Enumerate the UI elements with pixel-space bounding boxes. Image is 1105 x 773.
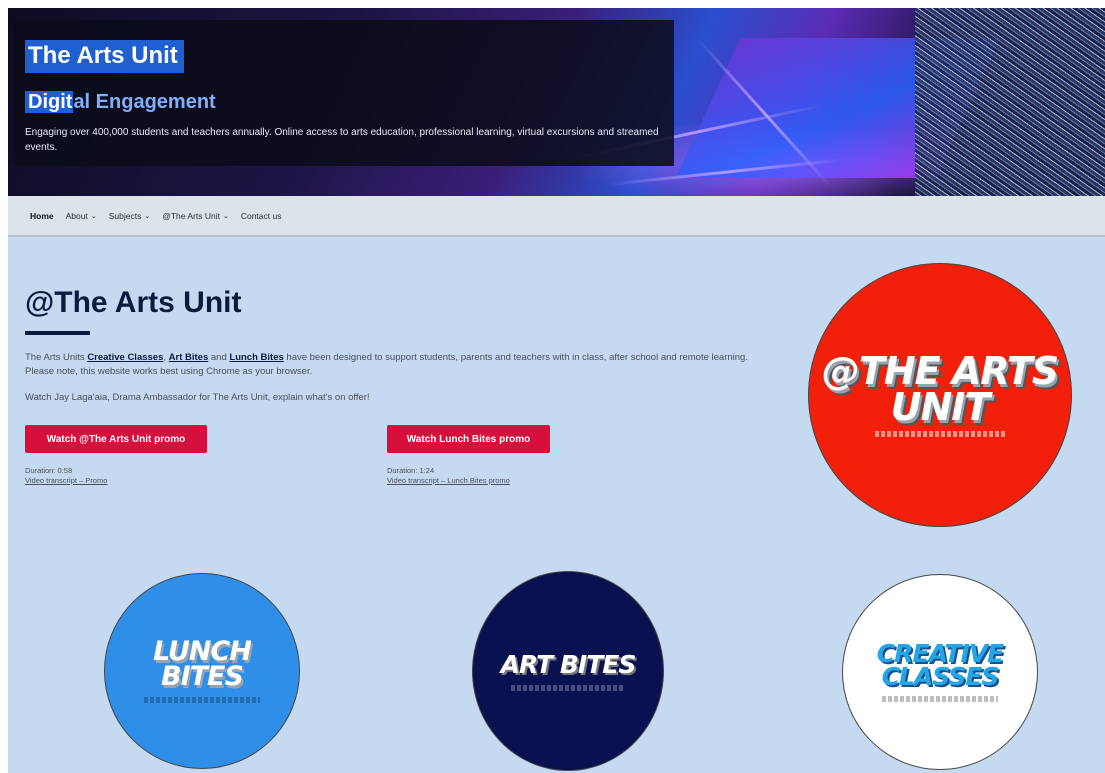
nav-item-the-arts-unit[interactable]: @The Arts Unit ⌄ [162,211,229,221]
nav-item-about[interactable]: About ⌄ [66,211,97,221]
lunch-video-info: Duration: 1:24 Video transcript – Lunch … [387,466,510,486]
logo-line: @THE ARTS [821,349,1059,393]
intro-text: and [208,352,230,363]
creative-classes-logo[interactable]: CREATIVE CLASSES [842,574,1038,770]
page: The Arts Unit Digital Engagement Engagin… [8,8,1105,773]
chevron-down-icon: ⌄ [144,212,151,220]
logo-line: BITES [161,661,244,692]
subtitle-highlight: Digit [25,91,74,113]
site-subtitle: Digital Engagement [25,90,216,114]
promo-duration: Duration: 0:58 [25,466,73,475]
logo-line: UNIT [890,385,991,429]
logo-text: LUNCH BITES [153,638,252,692]
logo-line: CLASSES [881,662,1000,691]
chevron-down-icon: ⌄ [222,212,229,220]
page-title: @The Arts Unit [25,286,242,319]
promo-transcript-link[interactable]: Video transcript – Promo [25,476,107,486]
art-bites-logo[interactable]: ART BITES [472,571,664,771]
logo-text: CREATIVE CLASSES [877,641,1004,691]
logo-fine-print [881,696,999,702]
watch-text: Watch Jay Laga'aia, Drama Ambassador for… [25,392,370,403]
site-title: The Arts Unit [25,40,184,73]
main-nav: Home About ⌄ Subjects ⌄ @The Arts Unit ⌄ Co… [8,196,1105,237]
art-bites-link[interactable]: Art Bites [169,352,209,363]
promo-video-info: Duration: 0:58 Video transcript – Promo [25,466,107,486]
nav-item-subjects[interactable]: Subjects ⌄ [109,211,150,221]
hero-crowd-image [915,8,1105,196]
logo-line: ART BITES [500,649,637,679]
lunch-bites-logo[interactable]: LUNCH BITES [104,573,300,769]
nav-item-label: Subjects [108,210,142,221]
lunch-duration: Duration: 1:24 [387,466,435,475]
subtitle-rest: al Engagement [73,91,216,113]
creative-classes-link[interactable]: Creative Classes [87,352,163,363]
hero-description: Engaging over 400,000 students and teach… [25,127,659,153]
nav-item-label: @The Arts Unit [162,210,220,221]
nav-item-label: Home [30,210,54,221]
title-underline [25,331,90,335]
logo-fine-print [143,697,261,703]
intro-paragraph: The Arts Units Creative Classes, Art Bit… [25,351,765,379]
logo-text: @THE ARTS UNIT [821,349,1059,429]
chevron-down-icon: ⌄ [90,212,97,220]
watch-promo-button[interactable]: Watch @The Arts Unit promo [25,425,207,453]
intro-text: The Arts Units [25,352,88,363]
lunch-bites-link[interactable]: Lunch Bites [229,352,283,363]
logo-fine-print [511,684,625,691]
nav-item-label: Contact us [240,210,282,221]
nav-item-home[interactable]: Home [30,211,54,221]
lunch-transcript-link[interactable]: Video transcript – Lunch Bites promo [387,476,510,486]
the-arts-unit-logo: @THE ARTS UNIT [808,263,1072,527]
watch-lunch-bites-button[interactable]: Watch Lunch Bites promo [387,425,550,453]
nav-item-label: About [65,210,88,221]
logo-fine-print [874,431,1006,437]
nav-item-contact-us[interactable]: Contact us [241,211,282,221]
hero-banner: The Arts Unit Digital Engagement Engagin… [8,8,1105,196]
logo-text: ART BITES [500,649,637,679]
